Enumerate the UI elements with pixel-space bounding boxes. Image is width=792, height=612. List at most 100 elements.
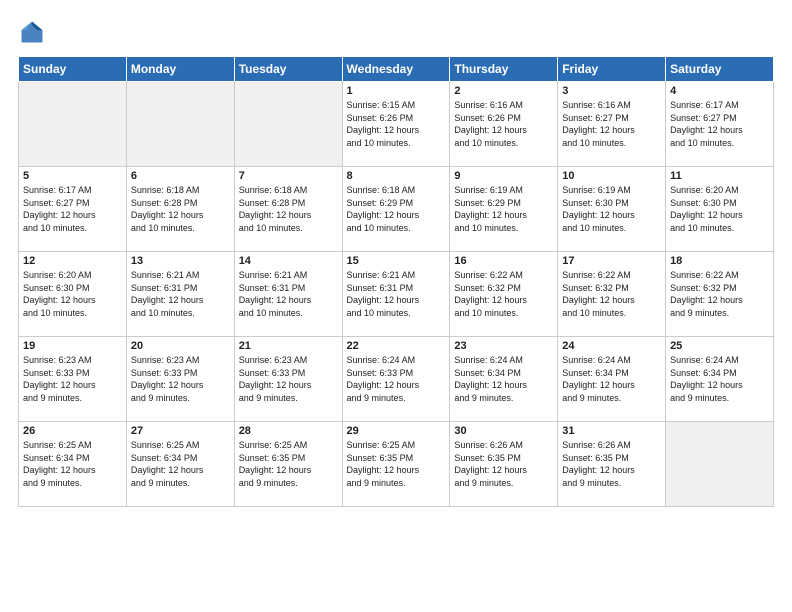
calendar-cell: 6Sunrise: 6:18 AMSunset: 6:28 PMDaylight…	[126, 167, 234, 252]
day-info: Sunrise: 6:24 AMSunset: 6:34 PMDaylight:…	[562, 354, 661, 404]
daylight-hours-label: Daylight: 12 hours	[239, 465, 312, 475]
day-info-line: Sunset: 6:34 PM	[23, 453, 90, 463]
day-info-line: Sunrise: 6:16 AM	[454, 100, 523, 110]
day-info-line: Sunrise: 6:24 AM	[454, 355, 523, 365]
calendar-day-header: Thursday	[450, 57, 558, 82]
calendar-cell: 15 Sunrise: 6:21 AM Sunset: 6:31 PM Dayligh…	[342, 252, 450, 337]
calendar-cell: 7Sunrise: 6:18 AMSunset: 6:28 PMDaylight…	[234, 167, 342, 252]
day-info: Sunrise: 6:25 AMSunset: 6:34 PMDaylight:…	[131, 439, 230, 489]
day-info-line: Sunrise: 6:18 AM	[131, 185, 200, 195]
calendar-cell	[126, 82, 234, 167]
day-info-line: and 10 minutes.	[347, 138, 411, 148]
calendar-cell: 23Sunrise: 6:24 AMSunset: 6:34 PMDayligh…	[450, 337, 558, 422]
calendar-cell: 26Sunrise: 6:25 AMSunset: 6:34 PMDayligh…	[19, 422, 127, 507]
day-info: Sunrise: 6:17 AM Sunset: 6:27 PM Daylight:…	[23, 184, 122, 234]
day-number: 26	[23, 425, 122, 437]
day-info-line: and 10 minutes.	[23, 223, 87, 233]
day-number: 8	[347, 170, 446, 182]
day-info-line: and 10 minutes.	[347, 223, 411, 233]
day-info-line: Sunset: 6:28 PM	[239, 198, 306, 208]
day-info: Sunrise: 6:18 AMSunset: 6:29 PMDaylight:…	[347, 184, 446, 234]
daylight-hours-label: Daylight: 12 hours	[23, 210, 96, 220]
day-info-line: and 9 minutes.	[454, 478, 513, 488]
daylight-hours-label: Daylight: 12 hours	[23, 465, 96, 475]
day-info-line: Sunrise: 6:20 AM	[23, 270, 92, 280]
calendar-cell: 12 Sunrise: 6:20 AMSunset: 6:30 PMDayligh…	[19, 252, 127, 337]
calendar-cell: 17 Sunrise: 6:22 AMSunset: 6:32 PMDayligh…	[558, 252, 666, 337]
day-info-line: Sunset: 6:33 PM	[23, 368, 90, 378]
calendar-cell: 20Sunrise: 6:23 AMSunset: 6:33 PMDayligh…	[126, 337, 234, 422]
daylight-hours-label: Daylight: 12 hours	[454, 465, 527, 475]
daylight-hours-label: Daylight: 12 hours	[347, 380, 420, 390]
day-info-line: Sunset: 6:32 PM	[670, 283, 737, 293]
day-info-line: Sunrise: 6:21 AM	[239, 270, 308, 280]
daylight-hours-label: Daylight: 12 hours	[239, 295, 312, 305]
day-info: Sunrise: 6:20 AMSunset: 6:30 PMDaylight:…	[23, 269, 122, 319]
calendar-cell: 29Sunrise: 6:25 AMSunset: 6:35 PMDayligh…	[342, 422, 450, 507]
day-info: Sunrise: 6:23 AMSunset: 6:33 PMDaylight:…	[23, 354, 122, 404]
day-info: Sunrise: 6:26 AMSunset: 6:35 PMDaylight:…	[454, 439, 553, 489]
day-info-line: Sunrise: 6:25 AM	[347, 440, 416, 450]
day-info: Sunrise: 6:17 AMSunset: 6:27 PMDaylight:…	[670, 99, 769, 149]
calendar-cell: 18Sunrise: 6:22 AMSunset: 6:32 PMDayligh…	[666, 252, 774, 337]
day-info: Sunrise: 6:24 AMSunset: 6:34 PMDaylight:…	[454, 354, 553, 404]
day-info: Sunrise: 6:21 AMSunset: 6:31 PMDaylight:…	[131, 269, 230, 319]
calendar-cell: 22 Sunrise: 6:24 AM Sunset: 6:33 PM Dayligh…	[342, 337, 450, 422]
calendar-cell: 5Sunrise: 6:17 AMSunset: 6:27 PMDaylight…	[19, 167, 127, 252]
day-info-line: Sunset: 6:31 PM	[347, 283, 414, 293]
day-info-line: Sunset: 6:35 PM	[239, 453, 306, 463]
page-header	[18, 18, 774, 46]
day-number: 21	[239, 340, 338, 352]
day-number: 24	[562, 340, 661, 352]
daylight-hours-label: Daylight: 12 hours	[131, 210, 204, 220]
calendar-day-header: Monday	[126, 57, 234, 82]
day-info-line: Sunset: 6:27 PM	[23, 198, 90, 208]
day-info-line: and 9 minutes.	[131, 393, 190, 403]
daylight-hours-label: Daylight: 12 hours	[562, 210, 635, 220]
day-info-line: Sunrise: 6:23 AM	[239, 355, 308, 365]
day-info-line: Sunrise: 6:22 AM	[454, 270, 523, 280]
calendar-cell	[19, 82, 127, 167]
calendar-day-header: Friday	[558, 57, 666, 82]
day-info-line: Sunrise: 6:25 AM	[131, 440, 200, 450]
day-number: 22	[347, 340, 446, 352]
day-info-line: and 10 minutes.	[670, 223, 734, 233]
day-info-line: and 9 minutes.	[670, 308, 729, 318]
calendar-day-header: Sunday	[19, 57, 127, 82]
day-number: 2	[454, 85, 553, 97]
calendar-cell: 30Sunrise: 6:26 AMSunset: 6:35 PMDayligh…	[450, 422, 558, 507]
daylight-hours-label: Daylight: 12 hours	[670, 210, 743, 220]
day-number: 28	[239, 425, 338, 437]
daylight-hours-label: Daylight: 12 hours	[670, 125, 743, 135]
calendar-cell: 21Sunrise: 6:23 AMSunset: 6:33 PMDayligh…	[234, 337, 342, 422]
day-info-line: and 10 minutes.	[562, 308, 626, 318]
day-info-line: Sunrise: 6:24 AM	[347, 355, 416, 365]
day-info-line: Sunset: 6:34 PM	[562, 368, 629, 378]
day-info-line: Sunset: 6:26 PM	[347, 113, 414, 123]
daylight-hours-label: Daylight: 12 hours	[562, 380, 635, 390]
day-info-line: and 9 minutes.	[239, 478, 298, 488]
daylight-hours-label: Daylight: 12 hours	[454, 380, 527, 390]
daylight-hours-label: Daylight: 12 hours	[347, 295, 420, 305]
day-info-line: Sunset: 6:33 PM	[347, 368, 414, 378]
day-number: 12	[23, 255, 122, 267]
day-number: 15	[347, 255, 446, 267]
day-info-line: Sunrise: 6:17 AM	[23, 185, 92, 195]
day-info-line: Sunrise: 6:21 AM	[347, 270, 416, 280]
day-info-line: and 10 minutes.	[454, 138, 518, 148]
day-info-line: Sunset: 6:31 PM	[239, 283, 306, 293]
day-info-line: and 10 minutes.	[347, 308, 411, 318]
day-number: 17	[562, 255, 661, 267]
day-info-line: Sunset: 6:27 PM	[670, 113, 737, 123]
calendar-cell: 28 Sunrise: 6:25 AMSunset: 6:35 PMDayligh…	[234, 422, 342, 507]
calendar-cell	[234, 82, 342, 167]
day-number: 4	[670, 85, 769, 97]
day-info-line: and 10 minutes.	[23, 308, 87, 318]
daylight-hours-label: Daylight: 12 hours	[239, 210, 312, 220]
calendar-cell: 3Sunrise: 6:16 AMSunset: 6:27 PMDaylight…	[558, 82, 666, 167]
day-number: 7	[239, 170, 338, 182]
day-info: Sunrise: 6:25 AMSunset: 6:35 PMDaylight:…	[239, 439, 338, 489]
day-info: Sunrise: 6:22 AMSunset: 6:32 PMDaylight:…	[562, 269, 661, 319]
daylight-hours-label: Daylight: 12 hours	[347, 210, 420, 220]
day-info-line: Sunset: 6:32 PM	[562, 283, 629, 293]
